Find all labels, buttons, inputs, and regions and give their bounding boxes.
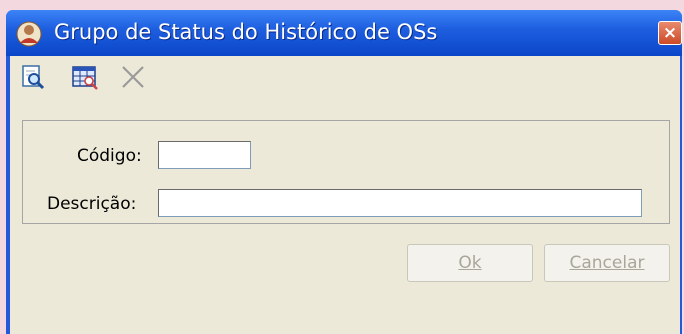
codigo-label: Código:	[77, 146, 142, 166]
cancel-button-label: Cancelar	[569, 253, 645, 273]
close-button[interactable]: ×	[658, 21, 682, 45]
ok-button-label: Ok	[458, 253, 482, 273]
cancel-button[interactable]: Cancelar	[544, 244, 670, 282]
grid-search-icon[interactable]	[70, 62, 100, 92]
delete-icon[interactable]	[118, 62, 148, 92]
codigo-field[interactable]	[158, 141, 251, 169]
title-bar[interactable]: Grupo de Status do Histórico de OSs ×	[6, 10, 682, 56]
window-title: Grupo de Status do Histórico de OSs	[54, 20, 438, 44]
ok-button[interactable]: Ok	[407, 244, 533, 282]
descricao-field[interactable]	[158, 189, 642, 217]
dialog-window: Grupo de Status do Histórico de OSs × Có…	[6, 10, 682, 334]
app-icon	[16, 21, 42, 47]
search-icon[interactable]	[18, 62, 48, 92]
descricao-label: Descrição:	[47, 194, 137, 214]
dialog-body: Código: Descrição: Ok Cancelar	[10, 56, 680, 334]
form-panel: Código: Descrição:	[22, 120, 670, 224]
